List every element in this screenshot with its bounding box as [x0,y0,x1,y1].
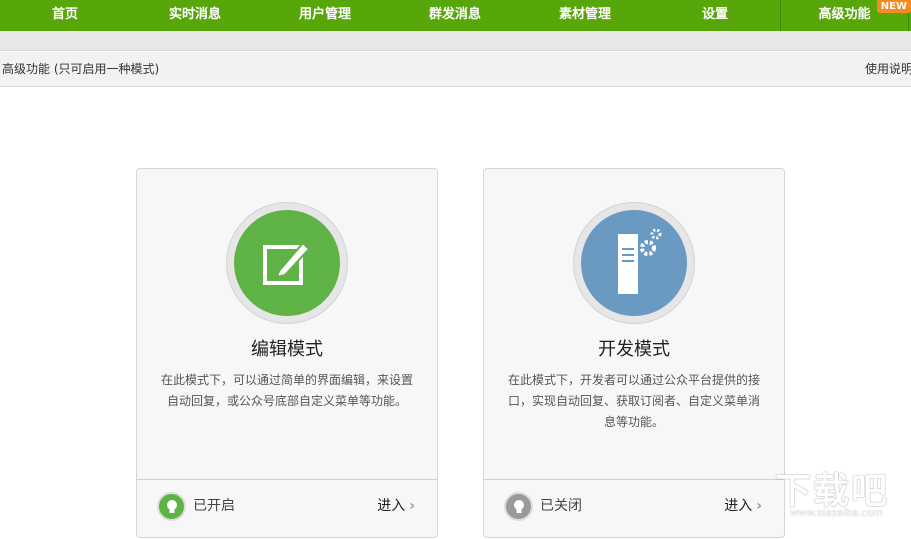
edit-mode-footer: 已开启 进入 › [137,479,437,539]
nav-materials[interactable]: 素材管理 [520,0,650,31]
chevron-right-icon: › [756,498,762,514]
enter-label: 进入 [724,498,753,514]
nav-home[interactable]: 首页 [0,0,130,31]
edit-icon [234,210,340,316]
edit-mode-card: 编辑模式 在此模式下，可以通过简单的界面编辑，来设置自动回复，或公众号底部自定义… [136,168,438,538]
bulb-off-icon [504,492,533,521]
dev-mode-status: 已关闭 [540,498,582,514]
dev-mode-icon-ring [573,202,695,324]
watermark-url: www.xiazaiba.com [790,508,883,519]
dev-mode-enter-link[interactable]: 进入 › [724,495,762,515]
nav-mass-messages[interactable]: 群发消息 [390,0,520,31]
enter-label: 进入 [377,498,406,514]
edit-mode-status: 已开启 [193,498,235,514]
chevron-right-icon: › [409,498,415,514]
spacer-band [0,31,911,51]
usage-link[interactable]: 使用说明 [865,52,911,87]
server-gear-icon [581,210,687,316]
edit-mode-enter-link[interactable]: 进入 › [377,495,415,515]
dev-mode-desc: 在此模式下，开发者可以通过公众平台提供的接口，实现自动回复、获取订阅者、自定义菜… [507,373,760,429]
section-bar: 高级功能 (只可启用一种模式) 使用说明 [0,52,911,87]
new-badge: NEW [876,0,911,13]
top-nav: 首页 实时消息 用户管理 群发消息 素材管理 设置 高级功能 NEW [0,0,911,31]
edit-mode-desc: 在此模式下，可以通过简单的界面编辑，来设置自动回复，或公众号底部自定义菜单等功能… [160,373,413,408]
section-title: 高级功能 (只可启用一种模式) [2,62,160,76]
nav-advanced[interactable]: 高级功能 NEW [780,0,911,31]
edit-mode-icon-ring [226,202,348,324]
nav-user-management[interactable]: 用户管理 [260,0,390,31]
edit-mode-title: 编辑模式 [251,339,323,360]
dev-mode-title: 开发模式 [598,339,670,360]
dev-mode-footer: 已关闭 进入 › [484,479,784,539]
dev-mode-card: 开发模式 在此模式下，开发者可以通过公众平台提供的接口，实现自动回复、获取订阅者… [483,168,785,538]
bulb-on-icon [157,492,186,521]
watermark-logo: 下载吧 [775,471,890,512]
nav-settings[interactable]: 设置 [650,0,780,31]
nav-advanced-label: 高级功能 [818,7,871,22]
nav-realtime-messages[interactable]: 实时消息 [130,0,260,31]
